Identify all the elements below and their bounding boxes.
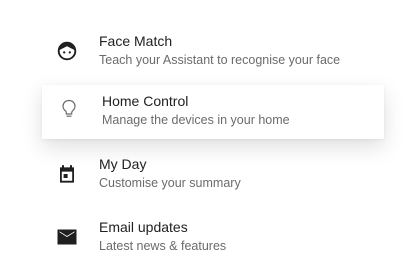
list-item-title: Email updates [99,219,188,235]
list-item-subtitle: Customise your summary [99,176,241,190]
list-item-subtitle: Latest news & features [99,239,227,253]
list-item-subtitle: Manage the devices in your home [102,113,290,127]
list-item-my-day[interactable]: My Day Customise your summary [0,153,402,201]
list-item-title: My Day [99,156,147,172]
calendar-icon [56,163,78,185]
list-item-email-updates[interactable]: Email updates Latest news & features [0,216,402,264]
list-item-face-match[interactable]: Face Match Teach your Assistant to recog… [0,30,402,78]
list-item-home-control[interactable]: Home Control Manage the devices in your … [42,85,384,139]
lightbulb-icon [58,98,80,120]
list-item-title: Face Match [99,33,173,49]
mail-icon [56,226,78,248]
list-item-subtitle: Teach your Assistant to recognise your f… [99,53,341,67]
list-item-title: Home Control [102,93,189,109]
face-icon [56,40,78,62]
